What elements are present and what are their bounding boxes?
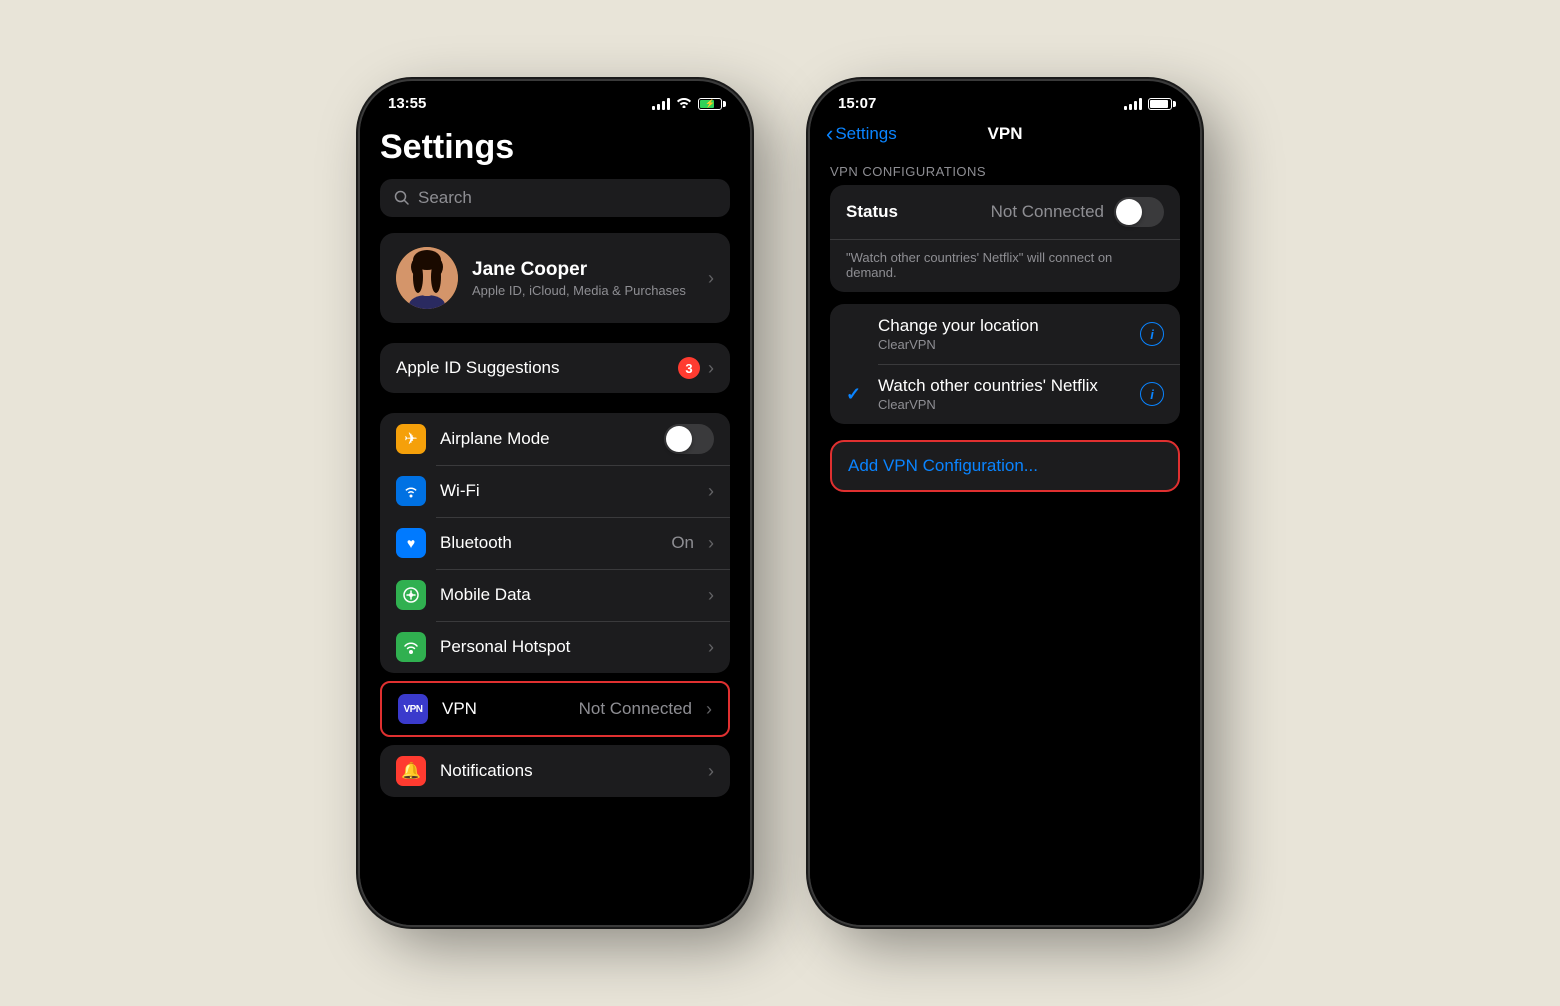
vpn-status-toggle[interactable] xyxy=(1114,197,1164,227)
profile-name: Jane Cooper xyxy=(472,259,694,281)
phone-1: 13:55 ⚡ Settings xyxy=(360,81,750,925)
vpn-status-value: Not Connected xyxy=(991,202,1104,222)
vpn-status-row[interactable]: Status Not Connected xyxy=(830,185,1180,240)
vpn-config-name-2: Watch other countries' Netflix xyxy=(878,376,1128,396)
profile-subtitle: Apple ID, iCloud, Media & Purchases xyxy=(472,283,694,298)
mobile-data-row[interactable]: Mobile Data › xyxy=(380,569,730,621)
bluetooth-value: On xyxy=(671,533,694,553)
vpn-config-info-2: Watch other countries' Netflix ClearVPN xyxy=(878,376,1128,412)
vpn-config-name-1: Change your location xyxy=(878,316,1128,336)
vpn-config-row-2[interactable]: ✓ Watch other countries' Netflix ClearVP… xyxy=(830,364,1180,424)
wifi-row[interactable]: Wi-Fi › xyxy=(380,465,730,517)
suggestion-chevron-icon: › xyxy=(708,358,714,379)
search-bar[interactable]: Search xyxy=(380,179,730,217)
vpn-status-right: Not Connected xyxy=(991,197,1164,227)
vpn-value: Not Connected xyxy=(579,699,692,719)
vpn-config-provider-1: ClearVPN xyxy=(878,337,1128,352)
checkmark-icon: ✓ xyxy=(846,384,866,405)
bluetooth-label: Bluetooth xyxy=(440,533,657,553)
time-display-1: 13:55 xyxy=(388,95,426,112)
info-icon-1: i xyxy=(1150,327,1154,342)
suggestion-badge: 3 xyxy=(678,357,700,379)
settings-title: Settings xyxy=(360,116,750,179)
hotspot-chevron-icon: › xyxy=(708,637,714,658)
add-vpn-button[interactable]: Add VPN Configuration... xyxy=(830,440,1180,492)
vpn-section-header: VPN CONFIGURATIONS xyxy=(810,148,1200,185)
info-icon-2: i xyxy=(1150,387,1154,402)
battery-icon: ⚡ xyxy=(698,98,722,110)
time-display-2: 15:07 xyxy=(838,95,876,112)
notifications-group: 🔔 Notifications › xyxy=(380,745,730,797)
vpn-row[interactable]: VPN VPN Not Connected › xyxy=(380,681,730,737)
add-vpn-label: Add VPN Configuration... xyxy=(848,456,1038,475)
vpn-config-info-1: Change your location ClearVPN xyxy=(878,316,1128,352)
profile-chevron-icon: › xyxy=(708,268,714,289)
network-settings-group: ✈ Airplane Mode Wi-Fi › ♥ Bluetooth On › xyxy=(380,413,730,673)
battery-bolt: ⚡ xyxy=(705,99,715,108)
battery-fill-2 xyxy=(1150,100,1168,108)
profile-card[interactable]: Jane Cooper Apple ID, iCloud, Media & Pu… xyxy=(380,233,730,323)
settings-screen: Settings Search xyxy=(360,116,750,925)
dynamic-island xyxy=(495,91,615,125)
suggestion-right: 3 › xyxy=(678,357,714,379)
signal-icon-2 xyxy=(1124,98,1142,110)
wifi-icon xyxy=(676,96,692,111)
bluetooth-row[interactable]: ♥ Bluetooth On › xyxy=(380,517,730,569)
profile-info: Jane Cooper Apple ID, iCloud, Media & Pu… xyxy=(472,259,694,298)
back-chevron-icon: ‹ xyxy=(826,121,833,147)
apple-id-suggestion-row[interactable]: Apple ID Suggestions 3 › xyxy=(380,343,730,393)
hotspot-row[interactable]: Personal Hotspot › xyxy=(380,621,730,673)
notifications-row[interactable]: 🔔 Notifications › xyxy=(380,745,730,797)
vpn-status-label: Status xyxy=(846,202,898,222)
battery-icon-2 xyxy=(1148,98,1172,110)
suggestion-label: Apple ID Suggestions xyxy=(396,358,560,378)
vpn-status-card: Status Not Connected "Watch other countr… xyxy=(830,185,1180,292)
vpn-screen: ‹ Settings VPN VPN CONFIGURATIONS Status… xyxy=(810,116,1200,925)
signal-icon xyxy=(652,98,670,110)
vpn-note: "Watch other countries' Netflix" will co… xyxy=(830,240,1180,292)
hotspot-label: Personal Hotspot xyxy=(440,637,694,657)
airplane-icon: ✈ xyxy=(396,424,426,454)
wifi-label: Wi-Fi xyxy=(440,481,694,501)
status-icons-1: ⚡ xyxy=(652,96,722,111)
mobile-data-icon xyxy=(396,580,426,610)
notifications-chevron-icon: › xyxy=(708,761,714,782)
info-button-1[interactable]: i xyxy=(1140,322,1164,346)
phone-2: 15:07 ‹ Settings VPN VPN CONFIGURATIONS xyxy=(810,81,1200,925)
dynamic-island-2 xyxy=(945,91,1065,125)
wifi-row-icon xyxy=(396,476,426,506)
search-placeholder: Search xyxy=(418,188,472,208)
bluetooth-chevron-icon: › xyxy=(708,533,714,554)
avatar xyxy=(396,247,458,309)
vpn-config-provider-2: ClearVPN xyxy=(878,397,1128,412)
airplane-mode-row[interactable]: ✈ Airplane Mode xyxy=(380,413,730,465)
airplane-toggle[interactable] xyxy=(664,424,714,454)
vpn-chevron-icon: › xyxy=(706,699,712,720)
mobile-data-label: Mobile Data xyxy=(440,585,694,605)
info-button-2[interactable]: i xyxy=(1140,382,1164,406)
vpn-icon: VPN xyxy=(398,694,428,724)
mobile-data-chevron-icon: › xyxy=(708,585,714,606)
vpn-label: VPN xyxy=(442,699,565,719)
notifications-label: Notifications xyxy=(440,761,694,781)
vpn-config-list: Change your location ClearVPN i ✓ Watch … xyxy=(830,304,1180,424)
vpn-page-title: VPN xyxy=(988,124,1023,144)
wifi-chevron-icon: › xyxy=(708,481,714,502)
back-button[interactable]: ‹ Settings xyxy=(826,121,897,147)
status-icons-2 xyxy=(1124,98,1172,110)
bluetooth-icon: ♥ xyxy=(396,528,426,558)
vpn-config-row-1[interactable]: Change your location ClearVPN i xyxy=(830,304,1180,364)
search-icon xyxy=(394,190,410,206)
back-label: Settings xyxy=(835,124,896,144)
airplane-label: Airplane Mode xyxy=(440,429,650,449)
toggle-knob xyxy=(1116,199,1142,225)
notifications-icon: 🔔 xyxy=(396,756,426,786)
hotspot-icon xyxy=(396,632,426,662)
